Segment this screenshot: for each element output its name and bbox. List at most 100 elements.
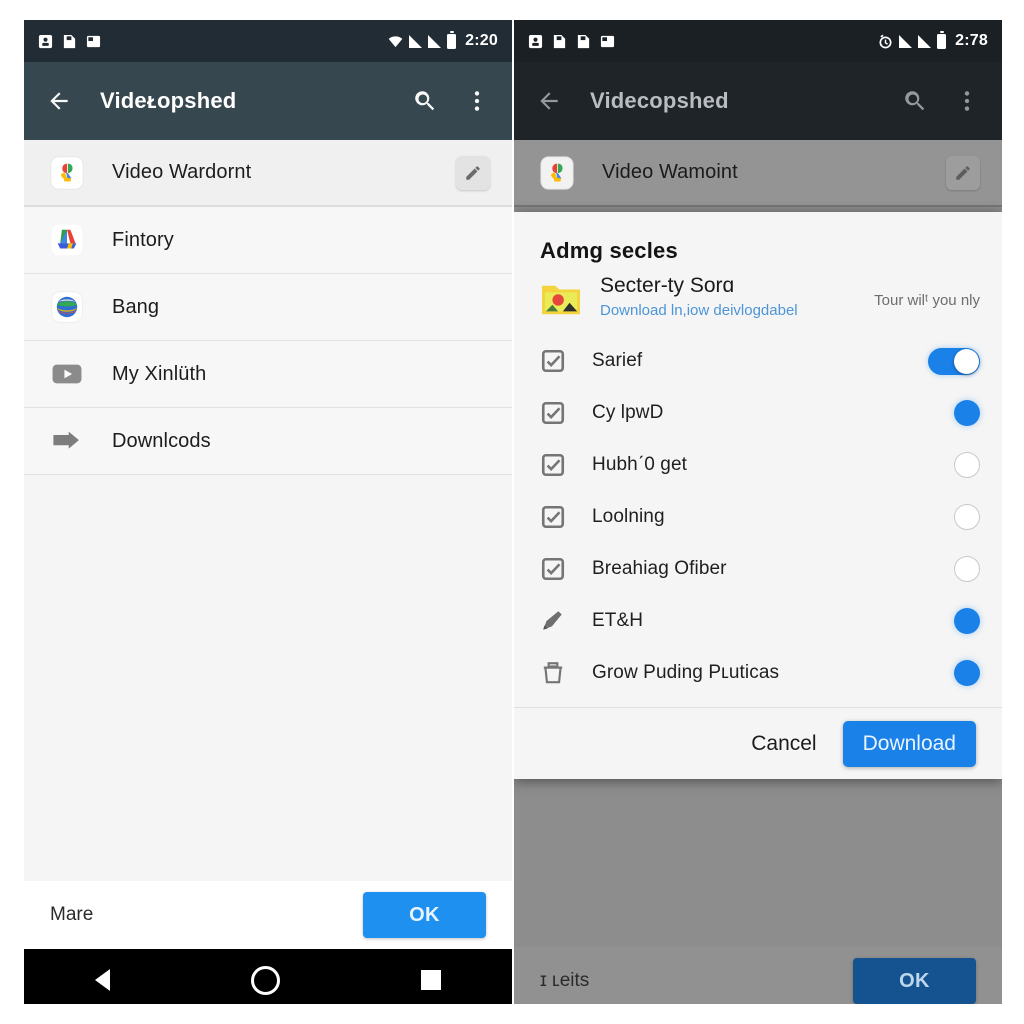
google-photos-icon	[50, 155, 84, 190]
dialog-row-control[interactable]	[924, 608, 980, 635]
toggle-knob	[954, 348, 979, 374]
dialog-row-label: Grow Puding Pʟuticas	[592, 662, 780, 684]
right-bottom-bar: ɪ ʟeits OK	[514, 947, 1002, 1004]
radio-unselected-icon[interactable]	[954, 504, 980, 531]
dialog-header-link[interactable]: Download ln,iow deivlogdabel	[600, 302, 874, 319]
recents-square-icon[interactable]	[421, 970, 442, 990]
list-empty-area	[24, 475, 512, 881]
sd-card-icon	[600, 35, 615, 47]
dialog-header-note: Tour wilᵗ you nly	[874, 292, 980, 309]
checkbox-checked-icon	[541, 402, 565, 425]
dialog-row-label: Sarief	[592, 350, 643, 372]
left-status-icons	[38, 34, 101, 49]
photo-folder-icon	[542, 285, 580, 315]
list-item[interactable]: Fintory	[24, 207, 512, 274]
sd-card-icon	[86, 35, 101, 47]
dialog-row-control[interactable]	[924, 347, 980, 375]
dialog-row-label: Cy lpwD	[592, 402, 664, 424]
status-bar-clock: 2:78	[955, 32, 988, 49]
search-icon[interactable]	[902, 88, 928, 114]
dialog-actions: Cancel Download	[514, 707, 1002, 780]
list-item-label: Fintory	[112, 228, 174, 251]
pencil-icon	[956, 165, 970, 180]
dialog-row[interactable]: Hubhˊ0 get	[514, 439, 1002, 491]
list-item-label: Video Wamoint	[602, 161, 738, 183]
sd-card-icon	[577, 34, 590, 48]
signal-icon	[428, 34, 442, 48]
dialog-row-label: ET&H	[592, 610, 644, 632]
radio-selected-icon[interactable]	[954, 660, 980, 687]
dialog-header-title: Secter-ty Sorɑ	[600, 274, 735, 297]
radio-unselected-icon[interactable]	[954, 556, 980, 583]
alarm-icon	[879, 34, 892, 48]
right-app-bar: Videcopshed	[514, 62, 1002, 140]
checkbox-checked-icon	[541, 506, 565, 529]
more-vertical-icon[interactable]	[954, 88, 980, 114]
screenshot-root: 2:20 Videᴌopshed Video Wardornt Fintory …	[0, 0, 1024, 1024]
left-status-indicators: 2:20	[388, 30, 498, 50]
back-arrow-icon[interactable]	[536, 88, 562, 114]
home-circle-icon[interactable]	[250, 965, 280, 995]
search-icon[interactable]	[412, 88, 438, 114]
list-item-label: Downlcods	[112, 429, 211, 452]
dialog-row[interactable]: Grow Puding Pʟuticas	[514, 647, 1002, 699]
dialog-row-control[interactable]	[924, 660, 980, 687]
dialog-row[interactable]: Sarief	[514, 335, 1002, 387]
left-app-bar: Videᴌopshed	[24, 62, 512, 140]
cancel-button[interactable]: Cancel	[745, 731, 822, 757]
battery-icon	[447, 30, 457, 49]
left-phone-screen: 2:20 Videᴌopshed Video Wardornt Fintory …	[24, 20, 512, 1004]
list-item[interactable]: My Xinlüth	[24, 341, 512, 408]
signal-icon	[918, 34, 932, 48]
right-status-indicators: 2:78	[878, 30, 988, 50]
checkbox-checked-icon	[541, 558, 565, 581]
google-drive-icon	[51, 224, 83, 256]
wifi-icon	[388, 35, 403, 47]
dialog-option-list: Sarief Cy lpwD Hubhˊ0 get Loolning Breah…	[514, 333, 1002, 707]
toggle-switch-on[interactable]	[928, 347, 980, 375]
browser-icon	[51, 291, 83, 323]
back-triangle-icon[interactable]	[94, 969, 110, 991]
left-nav-bar	[24, 949, 512, 1004]
dialog-row[interactable]: Breahiag Ofiber	[514, 543, 1002, 595]
dialog-row-control[interactable]	[924, 504, 980, 531]
dialog-title: Admg secles	[540, 238, 678, 263]
right-status-icons	[528, 34, 615, 49]
google-photos-icon	[540, 155, 574, 190]
download-button[interactable]: Download	[842, 720, 976, 767]
more-vertical-icon[interactable]	[464, 88, 490, 114]
download-settings-dialog: Admg secles Secter-ty Sorɑ Download ln,i…	[514, 212, 1002, 780]
dialog-row[interactable]: Loolning	[514, 491, 1002, 543]
left-bottom-bar: Mare OK	[24, 881, 512, 949]
pen-icon	[543, 611, 562, 630]
more-label[interactable]: ɪ ʟeits	[540, 970, 589, 992]
signal-icon	[409, 34, 423, 48]
dialog-row[interactable]: ET&H	[514, 595, 1002, 647]
youtube-icon	[52, 364, 82, 384]
right-status-bar: 2:78	[514, 20, 1002, 62]
ok-button[interactable]: OK	[363, 892, 486, 938]
sd-card-icon	[553, 34, 566, 48]
list-item[interactable]: Bang	[24, 274, 512, 341]
radio-unselected-icon[interactable]	[954, 452, 980, 479]
ok-button[interactable]: OK	[853, 958, 976, 1004]
list-item[interactable]: Downlcods	[24, 408, 512, 475]
list-item[interactable]: Video Wamoint	[514, 140, 1002, 207]
dialog-row[interactable]: Cy lpwD	[514, 387, 1002, 439]
list-item-label: Video Wardornt	[112, 161, 252, 183]
back-arrow-icon[interactable]	[46, 88, 72, 114]
page-title: Videᴌopshed	[100, 88, 237, 113]
list-item-label: Bang	[112, 295, 160, 318]
radio-selected-icon[interactable]	[954, 608, 980, 635]
edit-button[interactable]	[456, 155, 490, 190]
more-label[interactable]: Mare	[50, 904, 93, 926]
list-item-label: My Xinlüth	[112, 362, 207, 385]
radio-selected-icon[interactable]	[954, 400, 980, 427]
list-item[interactable]: Video Wardornt	[24, 140, 512, 207]
checkbox-checked-icon	[541, 350, 565, 373]
checkbox-checked-icon	[541, 454, 565, 477]
edit-button[interactable]	[946, 155, 980, 190]
dialog-row-control[interactable]	[924, 556, 980, 583]
dialog-row-control[interactable]	[924, 452, 980, 479]
dialog-row-control[interactable]	[924, 400, 980, 427]
